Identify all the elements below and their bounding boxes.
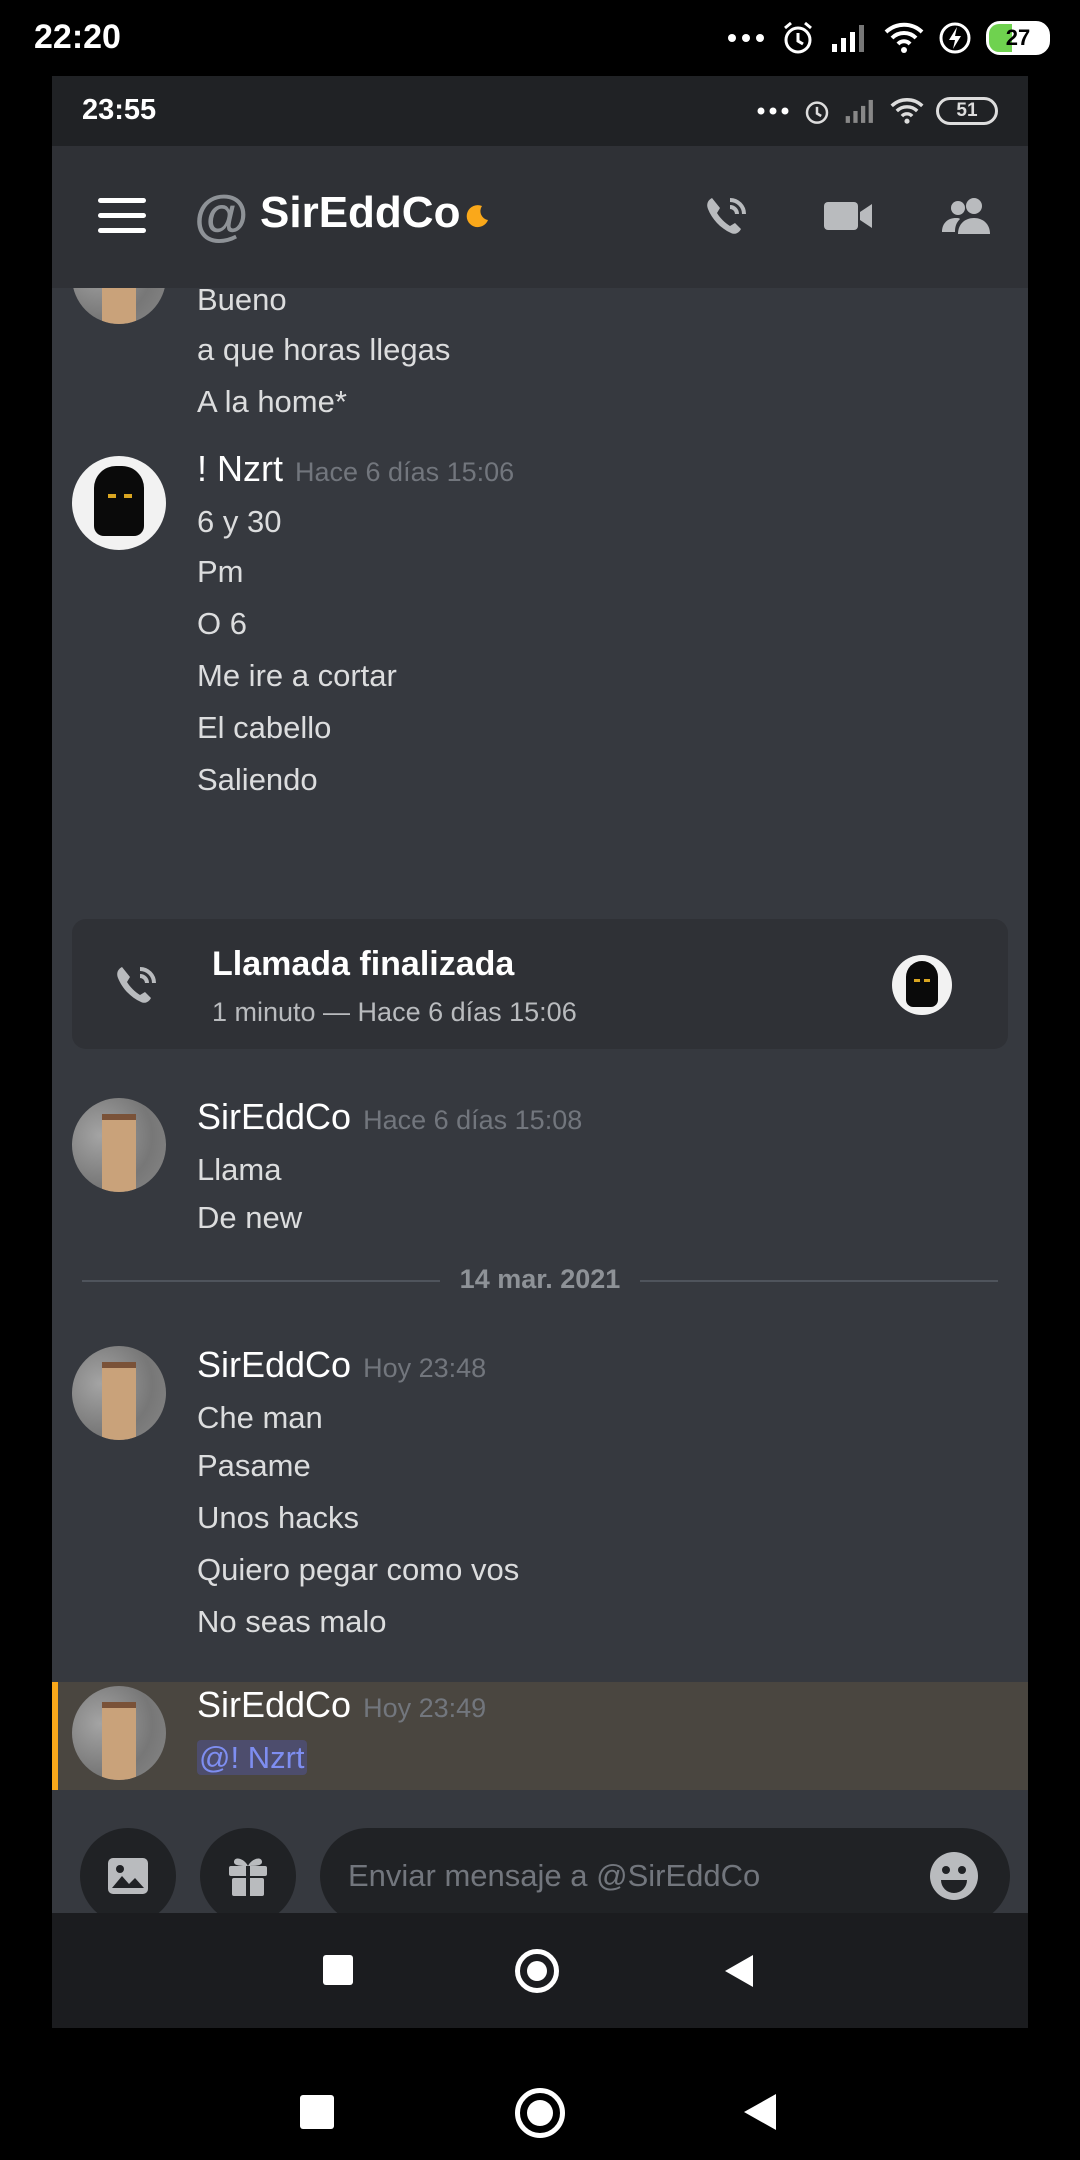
avatar[interactable] xyxy=(72,288,166,324)
idle-status-icon xyxy=(466,205,488,228)
app-screen: 23:55 51 @ SirEddCo Bueno a que horas ll… xyxy=(52,76,1028,2028)
video-icon[interactable] xyxy=(822,192,874,240)
channel-header: @ SirEddCo xyxy=(52,146,1028,288)
gift-button[interactable] xyxy=(200,1828,296,1924)
message-input-placeholder: Enviar mensaje a @SirEddCo xyxy=(348,1858,761,1893)
emoji-icon[interactable] xyxy=(928,1850,980,1902)
message-author[interactable]: ! Nzrt Hace 6 días 15:06 xyxy=(197,448,514,490)
message-text: Llama xyxy=(197,1152,282,1187)
wifi-icon xyxy=(884,22,924,53)
battery-icon: 51 xyxy=(936,97,998,125)
channel-title: SirEddCo xyxy=(260,188,461,237)
message-text: Quiero pegar como vos xyxy=(197,1552,520,1587)
avatar[interactable] xyxy=(72,1346,166,1440)
app-status-bar: 23:55 51 xyxy=(52,76,1028,146)
device-clock: 22:20 xyxy=(34,18,121,56)
message-list[interactable]: Bueno a que horas llegas A la home* ! Nz… xyxy=(52,288,1028,1808)
wifi-icon xyxy=(890,98,924,124)
message-text: Me ire a cortar xyxy=(197,658,397,693)
alarm-icon xyxy=(805,101,829,124)
alarm-icon xyxy=(784,21,812,54)
message-text: De new xyxy=(197,1200,303,1235)
message-text: O 6 xyxy=(197,606,247,641)
call-ended-icon xyxy=(117,967,156,1003)
avatar[interactable] xyxy=(72,1686,166,1780)
message-author[interactable]: SirEddCo Hoy 23:49 xyxy=(197,1684,486,1726)
message-timestamp: Hace 6 días 15:06 xyxy=(295,457,515,487)
message-text: No seas malo xyxy=(197,1604,387,1639)
menu-icon[interactable] xyxy=(98,198,146,234)
message-text: Pasame xyxy=(197,1448,311,1483)
image-icon xyxy=(108,1858,148,1894)
message-timestamp: Hoy 23:48 xyxy=(363,1353,487,1383)
message-text: Pm xyxy=(197,554,244,589)
call-icon[interactable] xyxy=(702,192,754,240)
message-text: Bueno xyxy=(197,288,287,317)
charging-icon xyxy=(939,22,971,54)
date-divider: 14 mar. 2021 xyxy=(82,1262,998,1302)
avatar[interactable] xyxy=(72,1098,166,1192)
signal-icon xyxy=(845,99,873,123)
device-status-bar: 22:20 27 xyxy=(0,0,1080,76)
back-button[interactable] xyxy=(725,1955,753,1987)
message-text: A la home* xyxy=(197,384,347,419)
app-clock: 23:55 xyxy=(82,94,157,126)
back-button[interactable] xyxy=(744,2094,776,2130)
home-button[interactable] xyxy=(515,2088,565,2138)
message-text: a que horas llegas xyxy=(197,332,451,367)
battery-icon: 27 xyxy=(986,21,1050,55)
message-timestamp: Hoy 23:49 xyxy=(363,1693,487,1723)
message-author[interactable]: SirEddCo Hace 6 días 15:08 xyxy=(197,1096,582,1138)
recents-button[interactable] xyxy=(323,1955,353,1985)
recents-button[interactable] xyxy=(300,2095,334,2129)
attach-image-button[interactable] xyxy=(80,1828,176,1924)
call-detail: 1 minuto — Hace 6 días 15:06 xyxy=(212,997,577,1027)
gift-icon xyxy=(229,1858,267,1896)
avatar[interactable] xyxy=(72,456,166,550)
home-button[interactable] xyxy=(515,1949,559,1993)
call-participant-avatar xyxy=(892,955,952,1015)
app-navigation-bar xyxy=(52,1913,1028,2028)
device-navigation-bar xyxy=(0,2028,1080,2160)
at-icon: @ xyxy=(194,183,249,246)
message-input[interactable]: Enviar mensaje a @SirEddCo xyxy=(320,1828,1010,1924)
signal-icon xyxy=(832,25,864,52)
message-text: Che man xyxy=(197,1400,323,1435)
dots-icon xyxy=(728,34,764,42)
members-icon[interactable] xyxy=(940,192,992,240)
user-mention[interactable]: @! Nzrt xyxy=(197,1740,307,1775)
dots-icon xyxy=(757,107,789,115)
message-author[interactable]: SirEddCo Hoy 23:48 xyxy=(197,1344,486,1386)
message-text: @! Nzrt xyxy=(197,1740,307,1776)
message-text: Saliendo xyxy=(197,762,318,797)
message-timestamp: Hace 6 días 15:08 xyxy=(363,1105,583,1135)
message-text: 6 y 30 xyxy=(197,504,282,539)
call-ended-card[interactable]: Llamada finalizada 1 minuto — Hace 6 día… xyxy=(72,919,1008,1049)
message-text: El cabello xyxy=(197,710,332,745)
call-title: Llamada finalizada xyxy=(212,945,515,983)
message-text: Unos hacks xyxy=(197,1500,359,1535)
